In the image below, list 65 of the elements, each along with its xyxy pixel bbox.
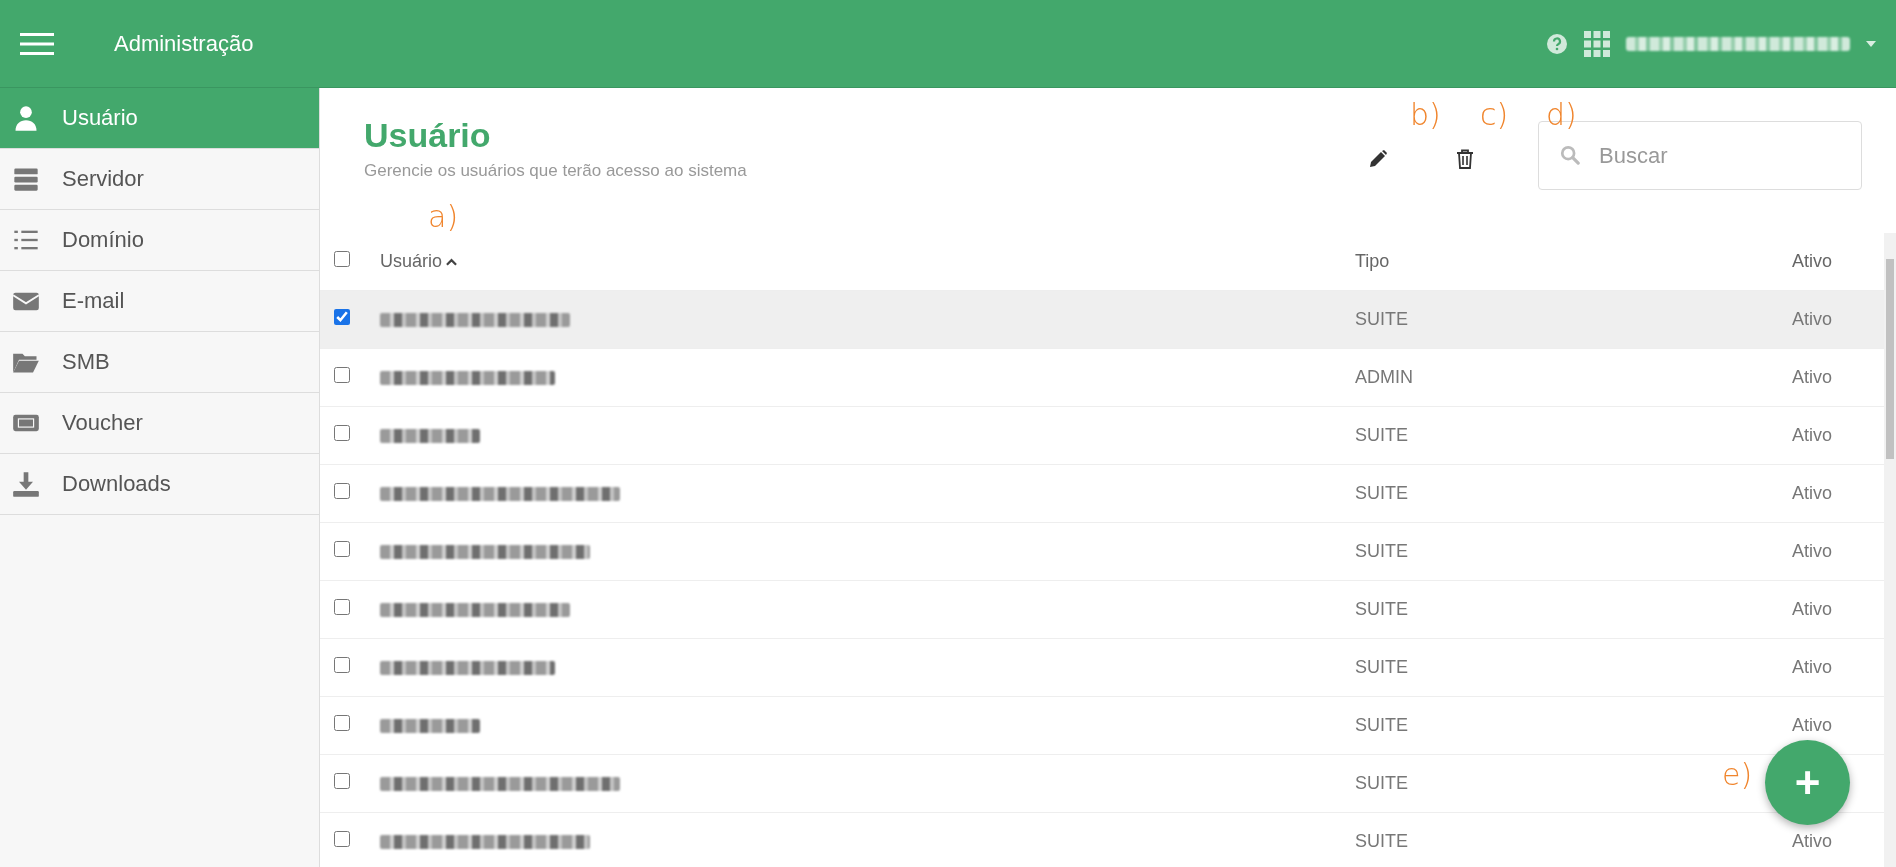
table-cell: Ativo <box>1792 425 1833 445</box>
sort-caret-icon[interactable] <box>446 257 458 266</box>
row-checkbox[interactable] <box>334 425 350 441</box>
table-cell: SUITE <box>1355 425 1408 445</box>
row-checkbox[interactable] <box>334 541 350 557</box>
row-checkbox[interactable] <box>334 599 350 615</box>
annotation-label: a) <box>428 202 459 232</box>
table-cell: SUITE <box>1355 715 1408 735</box>
table-cell: Ativo <box>1792 715 1833 735</box>
annotation-label: c) <box>1480 100 1509 130</box>
table-cell: Ativo <box>1792 309 1833 329</box>
table-row[interactable]: SUITE Ativo <box>320 639 1884 697</box>
help-icon[interactable] <box>1546 32 1568 55</box>
table-cell: SUITE <box>1355 773 1408 793</box>
table-row[interactable]: SUITE Ativo <box>320 523 1884 581</box>
row-checkbox[interactable] <box>334 657 350 673</box>
table-cell: Ativo <box>1792 657 1833 677</box>
annotation-label: e) <box>1722 760 1753 790</box>
table-cell: Ativo <box>1792 599 1833 619</box>
table-row[interactable]: ADMIN Ativo <box>320 349 1884 407</box>
table-cell: Ativo <box>1792 831 1833 851</box>
sidebar-item[interactable]: E-mail <box>0 271 319 332</box>
menu-icon <box>20 31 54 56</box>
row-checkbox[interactable] <box>334 773 350 789</box>
annotation-label: b) <box>1410 100 1441 130</box>
pencil-icon <box>1368 149 1388 169</box>
sidebar-item[interactable]: Domínio <box>0 210 319 271</box>
table-cell: ADMIN <box>1355 367 1413 387</box>
row-checkbox[interactable] <box>334 831 350 847</box>
table-cell: SUITE <box>1355 831 1408 851</box>
add-button[interactable]: + <box>1765 740 1850 825</box>
column-header[interactable]: Usuário <box>380 251 443 272</box>
scrollbar[interactable] <box>1884 233 1896 867</box>
page-title: Usuário <box>364 116 492 155</box>
grid-icon[interactable] <box>1584 30 1610 57</box>
row-checkbox[interactable] <box>334 309 350 325</box>
table-cell: Ativo <box>1792 541 1833 561</box>
sidebar-item[interactable]: Usuário <box>0 88 319 149</box>
menu-button[interactable] <box>20 31 54 56</box>
table-cell: SUITE <box>1355 657 1408 677</box>
download-icon <box>12 470 40 498</box>
sidebar-item[interactable]: SMB <box>0 332 319 393</box>
column-header[interactable]: Ativo <box>1792 251 1833 272</box>
sidebar-item[interactable]: Servidor <box>0 149 319 210</box>
select-all-checkbox[interactable] <box>334 251 350 267</box>
table-cell: Ativo <box>1792 367 1833 387</box>
caret-icon[interactable] <box>1866 40 1876 47</box>
row-checkbox[interactable] <box>334 367 350 383</box>
row-checkbox[interactable] <box>334 483 350 499</box>
table-cell: Ativo <box>1792 483 1833 503</box>
table-cell: SUITE <box>1355 541 1408 561</box>
sidebar-item[interactable]: Downloads <box>0 454 319 515</box>
page-subtitle: Gerencie os usuários que terão acesso ao sistema <box>364 161 747 181</box>
app-title: Administração <box>114 30 254 57</box>
table-row[interactable]: SUITE Ativo <box>320 465 1884 523</box>
table-cell: SUITE <box>1355 309 1408 329</box>
scrollbar-thumb[interactable] <box>1886 259 1894 459</box>
table-cell: SUITE <box>1355 599 1408 619</box>
trash-icon <box>1456 149 1474 169</box>
table-cell: SUITE <box>1355 483 1408 503</box>
column-header[interactable]: Tipo <box>1355 251 1390 272</box>
table-row[interactable]: SUITE Ativo <box>320 581 1884 639</box>
table-row[interactable]: SUITE Ativo <box>320 407 1884 465</box>
sidebar-item[interactable]: Voucher <box>0 393 319 454</box>
row-checkbox[interactable] <box>334 715 350 731</box>
